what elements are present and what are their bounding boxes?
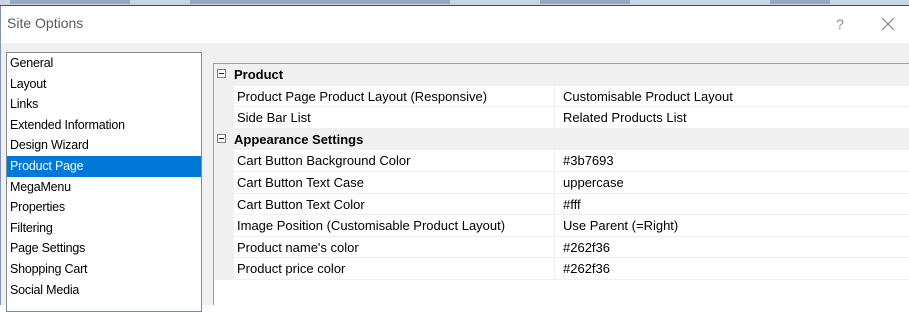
sidebar-item[interactable]: Social Media bbox=[7, 280, 201, 301]
property-row[interactable]: Cart Button Background Color #3b7693 bbox=[214, 150, 909, 172]
sidebar-item[interactable]: Filtering bbox=[7, 218, 201, 239]
row-margin bbox=[214, 107, 234, 128]
property-value[interactable]: #262f36 bbox=[563, 258, 610, 280]
row-margin bbox=[214, 236, 234, 258]
property-name[interactable]: Cart Button Background Color bbox=[237, 150, 555, 171]
category-label: Appearance Settings bbox=[234, 131, 364, 147]
collapse-icon[interactable] bbox=[217, 133, 226, 143]
property-value[interactable]: Related Products List bbox=[563, 107, 687, 129]
sidebar-item[interactable]: Layout bbox=[7, 74, 201, 95]
property-row[interactable]: Cart Button Text Case uppercase bbox=[214, 171, 909, 194]
row-margin bbox=[214, 193, 234, 215]
property-grid[interactable]: Product Product Page Product Layout (Resp… bbox=[213, 63, 909, 305]
sidebar-item[interactable]: Extended Information bbox=[7, 115, 201, 136]
sidebar-item[interactable]: Properties bbox=[7, 197, 201, 218]
property-row[interactable]: Product name's color #262f36 bbox=[214, 236, 909, 259]
sidebar-item[interactable]: Design Wizard bbox=[7, 135, 201, 156]
collapse-icon[interactable] bbox=[217, 69, 226, 78]
sidebar-item[interactable]: MegaMenu bbox=[7, 177, 201, 198]
property-name[interactable]: Cart Button Text Color bbox=[237, 193, 555, 215]
property-row[interactable]: Image Position (Customisable Product Lay… bbox=[214, 215, 909, 237]
sidebar-item[interactable]: Product Page bbox=[7, 155, 201, 177]
title-bar[interactable]: Site Options ? bbox=[1, 6, 909, 43]
property-value[interactable]: #fff bbox=[563, 194, 581, 216]
row-margin bbox=[214, 171, 234, 193]
close-button[interactable] bbox=[874, 12, 902, 36]
property-name[interactable]: Product name's color bbox=[237, 236, 555, 258]
help-button[interactable]: ? bbox=[826, 12, 854, 36]
property-row[interactable]: Product Page Product Layout (Responsive)… bbox=[214, 85, 909, 108]
sidebar-item[interactable]: General bbox=[7, 53, 201, 74]
options-category-list[interactable]: General Layout Links Extended Information De… bbox=[6, 52, 202, 312]
sidebar-item[interactable]: Links bbox=[7, 94, 201, 115]
property-name[interactable]: Image Position (Customisable Product Lay… bbox=[237, 215, 555, 236]
property-category[interactable]: Product bbox=[214, 64, 909, 86]
property-value[interactable]: #262f36 bbox=[563, 237, 610, 259]
row-margin bbox=[214, 150, 234, 171]
property-value[interactable]: uppercase bbox=[563, 172, 624, 194]
sidebar-item[interactable]: Page Settings bbox=[7, 238, 201, 259]
category-label: Product bbox=[234, 67, 284, 82]
property-value[interactable]: Customisable Product Layout bbox=[563, 86, 733, 108]
property-name[interactable]: Side Bar List bbox=[237, 107, 555, 128]
property-name[interactable]: Product Page Product Layout (Responsive) bbox=[237, 85, 555, 107]
row-margin bbox=[214, 85, 234, 107]
property-row[interactable]: Cart Button Text Color #fff bbox=[214, 193, 909, 216]
property-name[interactable]: Cart Button Text Case bbox=[237, 171, 555, 193]
row-margin bbox=[214, 215, 234, 236]
property-category[interactable]: Appearance Settings bbox=[214, 128, 909, 151]
sidebar-item[interactable]: Shopping Cart bbox=[7, 259, 201, 280]
property-row[interactable]: Product price color #262f36 bbox=[214, 258, 909, 280]
property-name[interactable]: Product price color bbox=[237, 258, 555, 279]
row-margin bbox=[214, 258, 234, 279]
property-row[interactable]: Side Bar List Related Products List bbox=[214, 107, 909, 129]
window-title: Site Options bbox=[7, 15, 84, 31]
property-value[interactable]: #3b7693 bbox=[563, 150, 614, 172]
property-value[interactable]: Use Parent (=Right) bbox=[563, 215, 678, 237]
close-icon bbox=[881, 17, 895, 31]
